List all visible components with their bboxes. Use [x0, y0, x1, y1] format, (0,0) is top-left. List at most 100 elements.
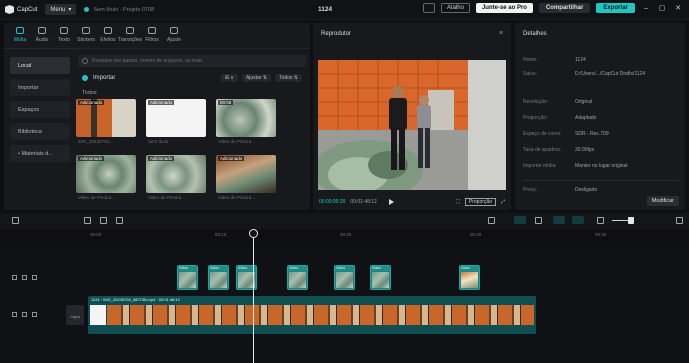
overlay-clip[interactable]: Vídeo [287, 265, 308, 290]
join-pro-button[interactable]: Junte-se ao Pro [475, 3, 533, 13]
media-badge: Adicionado [148, 100, 175, 105]
menu-label: Menu [50, 6, 66, 13]
media-icon [16, 27, 24, 34]
magnet-icon[interactable] [514, 216, 526, 224]
clip-badge: Vídeo [209, 266, 228, 271]
video-preview[interactable] [318, 60, 506, 190]
detail-value: 30.00fps [575, 147, 595, 153]
detail-key: Resolução: [523, 99, 549, 105]
search-input[interactable]: Pesquise por pastas, nomes de arquivos, … [78, 55, 306, 67]
import-button[interactable]: Importar [82, 75, 115, 81]
menu-button[interactable]: Menu ▾ [45, 4, 77, 15]
total-time: 00:01:48:12 [350, 199, 377, 205]
aspect-ratio-button[interactable]: Proporção [464, 198, 496, 206]
media-item[interactable]: Adicionado [76, 99, 136, 137]
sort-button[interactable]: Ajustar ⇅ [241, 74, 272, 82]
overlay-clip[interactable]: Vídeo [334, 265, 355, 290]
close-icon[interactable]: ✕ [673, 4, 683, 12]
tab-transitions[interactable]: Transições [118, 23, 142, 48]
media-item[interactable]: Adicionado [76, 155, 136, 193]
tab-stickers[interactable]: Stickers [76, 23, 96, 48]
split-icon[interactable] [84, 217, 91, 224]
delete-left-icon[interactable] [100, 217, 107, 224]
share-button[interactable]: Compartilhar [538, 3, 591, 13]
media-item[interactable]: Adicionado [146, 99, 206, 137]
layout-icon[interactable] [422, 3, 435, 13]
tab-filters[interactable]: Filtros [142, 23, 162, 48]
mute-icon[interactable] [32, 312, 37, 317]
zoom-slider-handle[interactable] [628, 217, 634, 224]
menu-dots-icon[interactable]: ≡ [499, 30, 503, 37]
player-title: Reprodutor [321, 31, 352, 37]
delete-right-icon[interactable] [116, 217, 123, 224]
microphone-icon[interactable] [488, 217, 495, 224]
mute-icon[interactable] [32, 275, 37, 280]
zoom-fit-icon[interactable] [597, 217, 604, 224]
project-name[interactable]: Sem título · Projeto 0708 [84, 7, 154, 13]
tab-label: Áudio [35, 37, 49, 43]
sidebar-item-library[interactable]: Biblioteca [10, 123, 70, 140]
main-video-track[interactable]: 1124 · IMG_20240704_082738.mp4 · 00:01:4… [88, 296, 536, 334]
ruler-tick: 00:40 [595, 232, 607, 237]
minimize-icon[interactable]: – [641, 5, 651, 12]
media-caption: Video de Pintura... [78, 195, 115, 200]
app-logo: CapCut [5, 5, 37, 14]
detail-row: Proporção: Adaptado [523, 115, 679, 122]
detail-key: Salvo: [523, 71, 537, 77]
tab-media[interactable]: Mídia [10, 23, 30, 48]
media-badge: Adicionado [78, 156, 105, 161]
play-icon[interactable] [388, 199, 394, 205]
export-button[interactable]: Exportar [596, 3, 635, 13]
search-placeholder: Pesquise por pastas, nomes de arquivos, … [92, 58, 203, 64]
text-icon [60, 27, 68, 34]
overlay-clip[interactable]: Vídeo [370, 265, 391, 290]
adjust-icon [170, 27, 178, 34]
maximize-icon[interactable]: ▢ [657, 4, 667, 12]
media-panel: Mídia Áudio Texto Stickers Efeitos Trans… [4, 23, 310, 210]
lock-icon[interactable] [12, 275, 17, 280]
tab-text[interactable]: Texto [54, 23, 74, 48]
detail-value: SDR - Rec.709 [575, 131, 609, 137]
fullscreen-icon[interactable]: ⤢ [501, 199, 505, 205]
sidebar-item-local[interactable]: Local [10, 57, 70, 74]
link-icon[interactable] [535, 217, 542, 224]
timeline-settings-icon[interactable] [676, 217, 683, 224]
media-item[interactable]: 00:05 [216, 99, 276, 137]
sidebar-item-materials[interactable]: • Materiais d... [10, 145, 70, 162]
media-badge: 00:05 [218, 100, 234, 105]
overlay-clip[interactable]: Vídeo [459, 265, 480, 290]
tab-audio[interactable]: Áudio [32, 23, 52, 48]
video-clip-frames[interactable] [107, 305, 534, 325]
detail-value: Desligado [575, 187, 598, 193]
preview-axis-icon[interactable] [553, 216, 565, 224]
view-toggle-button[interactable]: ⊞ ∨ [220, 74, 238, 82]
white-clip[interactable] [90, 305, 106, 325]
playhead-handle[interactable] [249, 229, 258, 238]
lock-icon[interactable] [12, 312, 17, 317]
ruler-tick: 00:30 [470, 232, 482, 237]
filter-all-button[interactable]: Todos ⇅ [275, 74, 302, 82]
overlay-clip[interactable]: Vídeo [177, 265, 198, 290]
select-tool-icon[interactable] [12, 217, 19, 224]
media-item[interactable]: Adicionado [146, 155, 206, 193]
overlay-clip[interactable]: Vídeo [208, 265, 229, 290]
hide-icon[interactable] [22, 275, 27, 280]
sidebar-item-spaces[interactable]: Espaços [10, 101, 70, 118]
media-section-label: Todos [82, 90, 97, 96]
detail-row: Importar mídia: Manter no lugar original [523, 163, 679, 170]
ruler-tick: 00:10 [215, 232, 227, 237]
cover-button[interactable]: Capa [66, 305, 84, 325]
crop-icon[interactable]: ⛶ [456, 199, 460, 205]
snap-icon[interactable] [572, 216, 584, 224]
player-panel: Reprodutor ≡ 00:00:09:29 00:01:48:12 ⛶ P… [313, 23, 511, 210]
hide-icon[interactable] [22, 312, 27, 317]
playhead[interactable] [253, 230, 254, 363]
detail-value: Original [575, 99, 593, 105]
sidebar-item-import[interactable]: Importar [10, 79, 70, 96]
tab-adjust[interactable]: Ajuste [164, 23, 184, 48]
modify-button[interactable]: Modificar [646, 196, 679, 206]
tab-effects[interactable]: Efeitos [98, 23, 118, 48]
clip-thumbnail [210, 272, 227, 288]
shortcut-button[interactable]: Atalho [440, 3, 470, 13]
media-item[interactable]: Adicionado [216, 155, 276, 193]
